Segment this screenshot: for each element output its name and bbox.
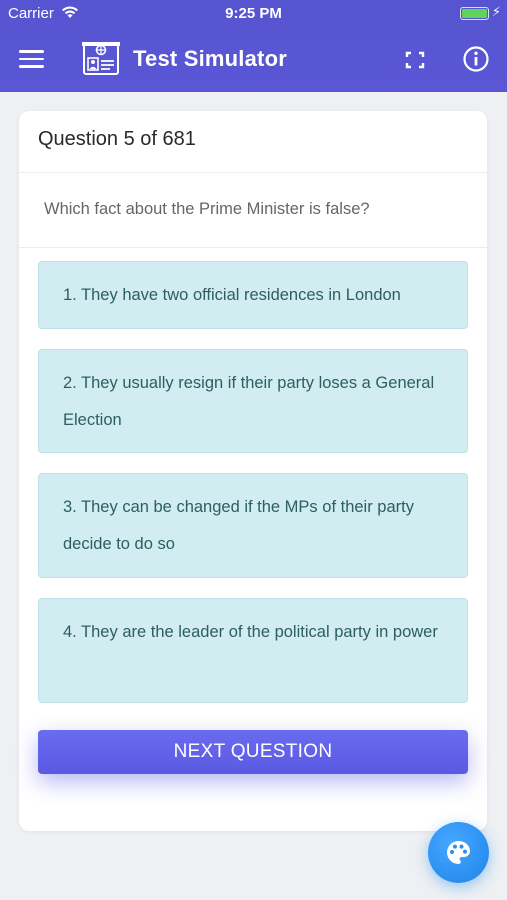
app-header: Carrier 9:25 PM ⚡ Test Simulator — [0, 0, 507, 92]
next-question-button[interactable]: NEXT QUESTION — [38, 730, 468, 774]
palette-icon — [447, 841, 470, 864]
question-progress: Question 5 of 681 — [19, 111, 487, 173]
battery-icon — [460, 7, 489, 20]
answer-option-3[interactable]: 3. They can be changed if the MPs of the… — [38, 473, 468, 578]
status-bar: Carrier 9:25 PM ⚡ — [0, 0, 507, 28]
id-card-logo-icon — [80, 38, 122, 80]
question-text: Which fact about the Prime Minister is f… — [19, 173, 487, 248]
answer-option-4[interactable]: 4. They are the leader of the political … — [38, 598, 468, 703]
theme-button[interactable] — [428, 822, 489, 883]
question-card: Question 5 of 681 Which fact about the P… — [19, 111, 487, 831]
app-title: Test Simulator — [133, 46, 287, 71]
info-icon[interactable] — [462, 45, 490, 73]
charging-icon: ⚡ — [491, 4, 501, 19]
fullscreen-icon[interactable] — [404, 50, 426, 70]
clock: 9:25 PM — [225, 5, 282, 22]
answer-option-1[interactable]: 1. They have two official residences in … — [38, 261, 468, 329]
answer-option-2[interactable]: 2. They usually resign if their party lo… — [38, 349, 468, 453]
menu-icon[interactable] — [19, 50, 44, 68]
nav-bar: Test Simulator — [0, 28, 507, 92]
